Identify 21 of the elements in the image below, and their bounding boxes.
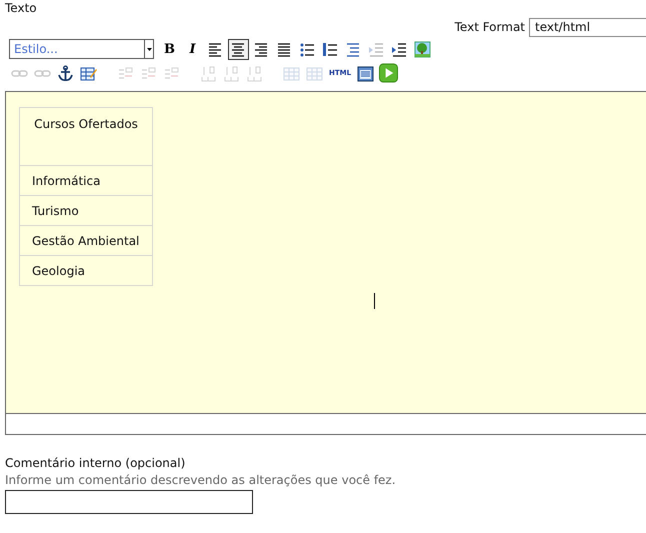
table-cell: Geologia <box>20 256 152 286</box>
bold-button[interactable]: B <box>159 38 180 60</box>
align-center-icon[interactable] <box>228 38 249 60</box>
tree-picture-icon[interactable] <box>412 38 433 60</box>
play-icon[interactable] <box>378 62 399 84</box>
field-label: Texto <box>4 0 38 17</box>
text-format-field[interactable]: text/html <box>529 18 646 36</box>
caret-icon <box>146 48 152 50</box>
style-dropdown[interactable]: Estilo... <box>9 39 154 59</box>
table-header: Cursos Ofertados <box>20 108 152 166</box>
italic-button[interactable]: I <box>182 38 203 60</box>
text-format-label: Text Format <box>454 20 525 34</box>
table-cell: Turismo <box>20 196 152 226</box>
editor-area[interactable]: Cursos Ofertados Informática Turismo Gestão Ambiental Geologia <box>5 91 646 414</box>
text-cursor <box>374 293 375 309</box>
comment-help-text: Informe um comentário descrevendo as alterações que você fez. <box>5 473 397 487</box>
table-cell: Informática <box>20 166 152 196</box>
table-cell: Gestão Ambiental <box>20 226 152 256</box>
anchor-icon[interactable] <box>55 62 76 84</box>
comment-field[interactable] <box>5 490 253 514</box>
comment-label: Comentário interno (opcional) <box>5 456 186 470</box>
